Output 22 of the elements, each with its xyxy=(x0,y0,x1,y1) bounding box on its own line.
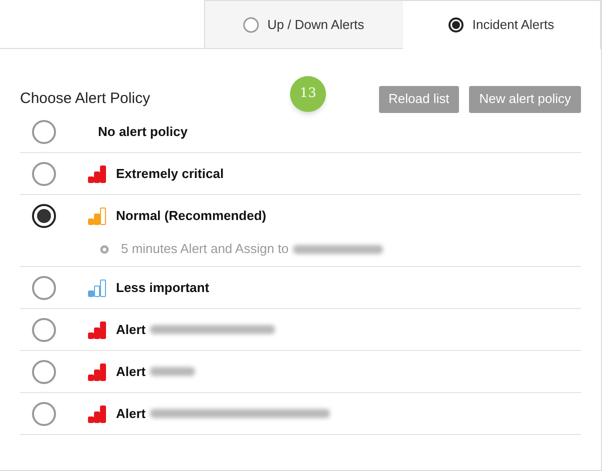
radio-button[interactable] xyxy=(32,162,56,186)
tab[interactable]: Incident Alerts xyxy=(402,0,601,49)
radio-button[interactable] xyxy=(32,318,56,342)
radio-button[interactable] xyxy=(32,276,56,300)
policy-label: Alert xyxy=(116,362,146,381)
count-badge: 13 xyxy=(290,76,326,112)
policy-label: Normal (Recommended) xyxy=(116,206,266,225)
policy-detail: 5 minutes Alert and Assign to xyxy=(121,240,289,258)
policy-label: Extremely critical xyxy=(116,164,224,183)
policy-label: Less important xyxy=(116,278,210,297)
radio-button[interactable] xyxy=(32,120,56,144)
radio-button[interactable] xyxy=(32,204,56,228)
radio-icon xyxy=(243,16,260,32)
radio-icon xyxy=(448,17,464,33)
radio-button[interactable] xyxy=(32,360,56,384)
policy-label: Alert xyxy=(116,404,146,423)
bullet-icon xyxy=(100,244,109,254)
section-heading: Choose Alert Policy xyxy=(20,88,152,109)
radio-button[interactable] xyxy=(32,402,56,426)
policy-label: No alert policy xyxy=(98,122,188,141)
tab[interactable]: Up / Down Alerts xyxy=(204,0,402,49)
policy-label: Alert xyxy=(116,320,146,339)
